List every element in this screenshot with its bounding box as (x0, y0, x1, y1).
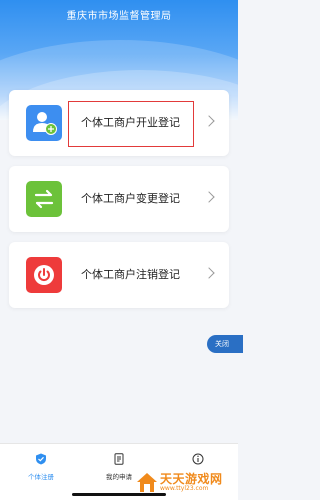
card-change-registration[interactable]: 个体工商户变更登记 (9, 166, 229, 232)
page-title: 重庆市市场监督管理局 (66, 11, 172, 22)
chevron-right-icon (203, 115, 215, 127)
watermark-url: www.ttyl23.com (160, 485, 209, 492)
card-cancellation-registration[interactable]: 个体工商户注销登记 (9, 242, 229, 308)
document-icon (114, 453, 124, 465)
close-button[interactable]: 关闭 (207, 335, 243, 353)
card-label: 个体工商户变更登记 (81, 192, 180, 205)
tab-info[interactable] (168, 450, 228, 471)
card-label: 个体工商户注销登记 (81, 268, 180, 281)
add-user-icon (26, 105, 62, 141)
chevron-right-icon (203, 191, 215, 203)
tab-register[interactable]: 个体注册 (11, 450, 71, 481)
watermark: 天天游戏网 www.ttyl23.com (134, 470, 238, 496)
tab-label: 个体注册 (28, 473, 54, 481)
power-icon (26, 257, 62, 293)
shield-check-icon (36, 453, 46, 465)
swap-arrows-icon (26, 181, 62, 217)
highlight-box (68, 101, 194, 147)
info-icon (192, 453, 204, 465)
chevron-right-icon (203, 267, 215, 279)
watermark-logo-icon (137, 473, 157, 492)
